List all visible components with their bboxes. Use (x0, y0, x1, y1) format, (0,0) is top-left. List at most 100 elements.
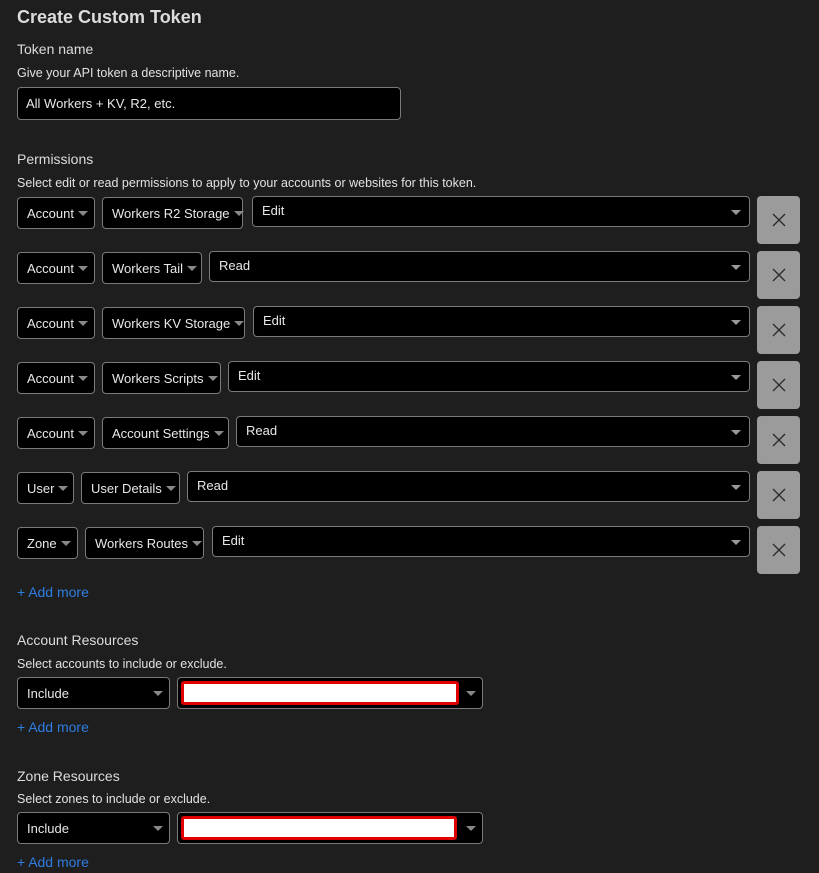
remove-permission-button[interactable] (757, 196, 800, 244)
include-mode-value: Include (27, 685, 69, 701)
remove-permission-button[interactable] (757, 526, 800, 574)
resource-value: Account Settings (112, 425, 210, 441)
caret-down-icon (165, 486, 176, 491)
redacted-zone-value (181, 816, 457, 840)
caret-down-icon (731, 265, 741, 270)
account-include-select[interactable]: Include (17, 677, 170, 709)
caret-down-icon (153, 691, 163, 696)
permission-scope-select[interactable]: Account (17, 362, 95, 394)
include-mode-value: Include (27, 820, 69, 836)
scope-value: Account (27, 425, 74, 441)
caret-down-icon (466, 691, 476, 696)
scope-value: Account (27, 315, 74, 331)
zone-select[interactable] (177, 812, 483, 844)
permission-scope-select[interactable]: Account (17, 417, 95, 449)
close-icon (772, 268, 785, 282)
add-more-label: Add more (28, 719, 89, 735)
add-account-resource-link[interactable]: + Add more (17, 719, 89, 735)
token-name-input[interactable]: All Workers + KV, R2, etc. (17, 87, 401, 120)
zone-include-select[interactable]: Include (17, 812, 170, 844)
permission-access-select[interactable]: Edit (212, 526, 750, 557)
resource-value: Workers Tail (112, 260, 184, 276)
page-title: Create Custom Token (17, 7, 202, 27)
access-value: Read (197, 478, 229, 493)
permission-scope-select[interactable]: Account (17, 252, 95, 284)
zone-resources-description: Select zones to include or exclude. (17, 792, 211, 806)
close-icon (772, 213, 785, 227)
remove-permission-button[interactable] (757, 251, 800, 299)
permission-access-select[interactable]: Edit (252, 196, 750, 227)
account-select[interactable] (177, 677, 483, 709)
permission-access-select[interactable]: Read (236, 416, 750, 447)
scope-value: Account (27, 205, 74, 221)
close-icon (772, 433, 785, 447)
account-resources-label: Account Resources (17, 632, 139, 648)
permission-access-select[interactable]: Read (187, 471, 750, 502)
caret-down-icon (187, 266, 198, 271)
token-name-description: Give your API token a descriptive name. (17, 66, 240, 80)
caret-down-icon (234, 321, 245, 326)
resource-value: Workers Routes (95, 535, 188, 551)
permission-scope-select[interactable]: Account (17, 307, 95, 339)
permission-scope-select[interactable]: User (17, 472, 74, 504)
scope-value: Zone (27, 535, 57, 551)
permission-resource-select[interactable]: Account Settings (102, 417, 229, 449)
add-permission-link[interactable]: + Add more (17, 584, 89, 600)
permission-scope-select[interactable]: Account (17, 197, 95, 229)
permissions-description: Select edit or read permissions to apply… (17, 176, 477, 190)
access-value: Read (246, 423, 278, 438)
scope-value: Account (27, 370, 74, 386)
resource-value: Workers KV Storage (112, 315, 231, 331)
scope-value: Account (27, 260, 74, 276)
caret-down-icon (77, 431, 88, 436)
permission-access-select[interactable]: Read (209, 251, 750, 282)
add-zone-resource-link[interactable]: + Add more (17, 854, 89, 870)
token-name-value: All Workers + KV, R2, etc. (26, 96, 176, 111)
permission-access-select[interactable]: Edit (228, 361, 750, 392)
caret-down-icon (233, 211, 244, 216)
add-more-label: Add more (28, 584, 89, 600)
caret-down-icon (731, 210, 741, 215)
resource-value: Workers Scripts (112, 370, 204, 386)
permission-resource-select[interactable]: Workers Scripts (102, 362, 221, 394)
account-resources-description: Select accounts to include or exclude. (17, 657, 227, 671)
resource-value: User Details (91, 480, 162, 496)
remove-permission-button[interactable] (757, 306, 800, 354)
caret-down-icon (58, 486, 69, 491)
close-icon (772, 323, 785, 337)
plus-icon: + (17, 854, 26, 870)
caret-down-icon (153, 826, 163, 831)
access-value: Edit (263, 313, 286, 328)
permission-scope-select[interactable]: Zone (17, 527, 78, 559)
caret-down-icon (60, 541, 71, 546)
permission-resource-select[interactable]: Workers Routes (85, 527, 204, 559)
remove-permission-button[interactable] (757, 416, 800, 464)
caret-down-icon (207, 376, 218, 381)
caret-down-icon (77, 321, 88, 326)
close-icon (772, 543, 785, 557)
caret-down-icon (77, 376, 88, 381)
caret-down-icon (731, 375, 741, 380)
caret-down-icon (731, 320, 741, 325)
access-value: Edit (262, 203, 285, 218)
plus-icon: + (17, 719, 26, 735)
remove-permission-button[interactable] (757, 361, 800, 409)
access-value: Read (219, 258, 251, 273)
token-name-label: Token name (17, 41, 94, 57)
permission-resource-select[interactable]: Workers Tail (102, 252, 202, 284)
caret-down-icon (191, 541, 202, 546)
permission-resource-select[interactable]: Workers R2 Storage (102, 197, 244, 229)
caret-down-icon (466, 826, 476, 831)
permission-resource-select[interactable]: Workers KV Storage (102, 307, 245, 339)
zone-resources-label: Zone Resources (17, 768, 120, 784)
plus-icon: + (17, 584, 26, 600)
permission-access-select[interactable]: Edit (253, 306, 750, 337)
caret-down-icon (213, 431, 224, 436)
remove-permission-button[interactable] (757, 471, 800, 519)
close-icon (772, 488, 785, 502)
permission-resource-select[interactable]: User Details (81, 472, 180, 504)
close-icon (772, 378, 785, 392)
scope-value: User (27, 480, 55, 496)
caret-down-icon (77, 266, 88, 271)
permissions-label: Permissions (17, 151, 94, 167)
